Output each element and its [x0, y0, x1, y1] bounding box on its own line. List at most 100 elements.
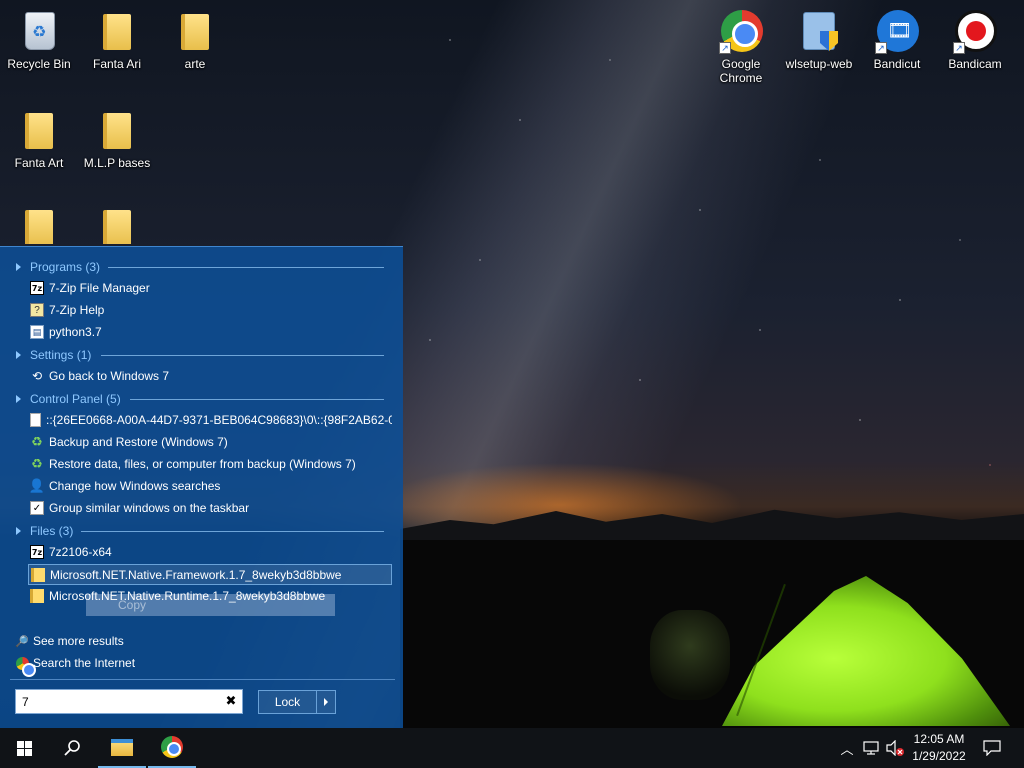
start-button[interactable]: [0, 728, 48, 768]
taskbar-clock[interactable]: 12:05 AM 1/29/2022: [906, 731, 972, 765]
desktop-icon-wlsetup-web[interactable]: wlsetup-web: [780, 8, 858, 71]
result-label: Change how Windows searches: [49, 479, 221, 493]
result-control-panel-guid[interactable]: ::{26EE0668-A00A-44D7-9371-BEB064C98683}…: [30, 410, 392, 430]
result-7zip-file-manager[interactable]: 7z 7-Zip File Manager: [30, 278, 150, 298]
result-label: 7z2106-x64: [49, 545, 112, 559]
desktop-icon-label: Bandicut: [873, 57, 921, 71]
result-group-similar-windows[interactable]: ✓ Group similar windows on the taskbar: [30, 498, 249, 518]
help-file-icon: ?: [30, 303, 44, 317]
desktop-icon-mlp-bases[interactable]: M.L.P bases: [78, 107, 156, 170]
search-internet-link[interactable]: Search the Internet: [15, 654, 136, 677]
section-divider: [101, 355, 384, 356]
expand-arrow-icon: [16, 395, 21, 403]
result-restore-data[interactable]: ♻ Restore data, files, or computer from …: [30, 454, 356, 474]
clear-search-icon[interactable]: ✖: [224, 694, 238, 708]
folder-icon: [31, 567, 45, 582]
desktop-icon-label: Fanta Ari: [92, 57, 142, 71]
document-icon: [30, 413, 41, 427]
result-label: python3.7: [49, 325, 102, 339]
search-icon: [64, 740, 80, 756]
result-python37[interactable]: ▤ python3.7: [30, 322, 102, 342]
result-label: Microsoft.NET.Native.Runtime.1.7_8wekyb3…: [49, 589, 326, 603]
clock-time: 12:05 AM: [913, 732, 965, 746]
folder-icon: [17, 204, 61, 244]
checkbox-icon: ✓: [30, 501, 44, 515]
desktop-icon-folder[interactable]: [0, 204, 78, 244]
chrome-icon: ↗: [719, 8, 763, 54]
expand-arrow-icon: [16, 527, 21, 535]
backup-icon: ♻: [31, 434, 43, 449]
7zip-icon: 7z: [30, 281, 44, 295]
desktop-icon-label: arte: [184, 57, 206, 71]
section-settings[interactable]: Settings (1): [16, 348, 91, 362]
search-input-value: 7: [22, 695, 29, 709]
desktop-icon-label: Fanta Art: [14, 156, 64, 170]
result-label: Restore data, files, or computer from ba…: [49, 457, 356, 471]
desktop-icon-arte[interactable]: arte: [156, 8, 234, 71]
result-label: Group similar windows on the taskbar: [49, 501, 250, 515]
action-center-button[interactable]: [978, 728, 1006, 768]
volume-tray-button[interactable]: [884, 728, 906, 768]
bandicut-icon: ↗: [875, 8, 919, 54]
search-input[interactable]: 7: [15, 689, 243, 714]
search-internet-label: Search the Internet: [33, 656, 136, 670]
volume-muted-icon: [886, 740, 904, 756]
result-backup-restore[interactable]: ♻ Backup and Restore (Windows 7): [30, 432, 228, 452]
see-more-label: See more results: [33, 634, 124, 648]
section-divider: [108, 267, 384, 268]
result-label: ::{26EE0668-A00A-44D7-9371-BEB064C98683}…: [46, 413, 392, 427]
taskbar-chrome[interactable]: [148, 728, 196, 768]
section-title: Control Panel (5): [30, 392, 121, 406]
user-search-icon: 👤: [30, 478, 46, 493]
section-title: Programs (3): [30, 260, 101, 274]
network-icon: [863, 741, 879, 755]
result-7zip-help[interactable]: ? 7-Zip Help: [30, 300, 104, 320]
lock-options-arrow-icon[interactable]: [317, 691, 335, 713]
file-explorer-icon: [111, 738, 133, 756]
section-programs[interactable]: Programs (3): [16, 260, 100, 274]
shortcut-arrow-icon: ↗: [719, 42, 731, 54]
python-icon: ▤: [30, 325, 44, 339]
result-go-back-windows-7[interactable]: ⟲ Go back to Windows 7: [30, 366, 169, 386]
result-label: Go back to Windows 7: [49, 369, 170, 383]
result-net-native-framework[interactable]: Microsoft.NET.Native.Framework.1.7_8weky…: [28, 564, 392, 585]
clock-date: 1/29/2022: [912, 749, 966, 763]
show-hidden-icons-button[interactable]: ︿: [838, 728, 856, 768]
chrome-icon: [15, 656, 36, 677]
desktop-icon-label: M.L.P bases: [83, 156, 151, 170]
lock-label: Lock: [259, 691, 317, 713]
section-files[interactable]: Files (3): [16, 524, 73, 538]
lock-button[interactable]: Lock: [258, 690, 336, 714]
windows-logo-icon: [16, 740, 32, 756]
desktop-icon-fanta-ari[interactable]: Fanta Ari: [78, 8, 156, 71]
result-7z2106-x64[interactable]: 7z 7z2106-x64: [30, 542, 112, 562]
bandicam-icon: ↗: [953, 8, 997, 54]
network-tray-button[interactable]: [861, 728, 881, 768]
result-change-windows-searches[interactable]: 👤 Change how Windows searches: [30, 476, 220, 496]
backup-icon: ♻: [31, 456, 43, 471]
section-divider: [130, 399, 384, 400]
result-label: Microsoft.NET.Native.Framework.1.7_8weky…: [50, 567, 342, 582]
recycle-bin-icon: [17, 8, 61, 54]
search-icon: 🔎: [15, 635, 29, 648]
taskbar-file-explorer[interactable]: [98, 728, 146, 768]
desktop-icon-label: wlsetup-web: [785, 57, 853, 71]
desktop-icon-label: Bandicam: [948, 57, 1002, 71]
desktop-icon-bandicam[interactable]: ↗ Bandicam: [936, 8, 1014, 71]
section-title: Settings (1): [30, 348, 92, 362]
taskbar-search-button[interactable]: [48, 728, 96, 768]
see-more-results-link[interactable]: 🔎 See more results: [15, 632, 124, 650]
chevron-up-icon: ︿: [840, 741, 854, 757]
shortcut-arrow-icon: ↗: [875, 42, 887, 54]
wallpaper-bush: [650, 610, 730, 700]
result-label: 7-Zip Help: [49, 303, 105, 317]
desktop-icon-fanta-art[interactable]: Fanta Art: [0, 107, 78, 170]
desktop-icon-recycle-bin[interactable]: Recycle Bin: [0, 8, 78, 71]
desktop-icon-folder[interactable]: [78, 204, 156, 244]
section-control-panel[interactable]: Control Panel (5): [16, 392, 121, 406]
desktop-icon-bandicut[interactable]: ↗ Bandicut: [858, 8, 936, 71]
notification-icon: [983, 740, 1001, 756]
result-net-native-runtime[interactable]: Microsoft.NET.Native.Runtime.1.7_8wekyb3…: [30, 586, 325, 606]
chrome-icon: [161, 736, 183, 758]
desktop-icon-google-chrome[interactable]: ↗ Google Chrome: [702, 8, 780, 85]
